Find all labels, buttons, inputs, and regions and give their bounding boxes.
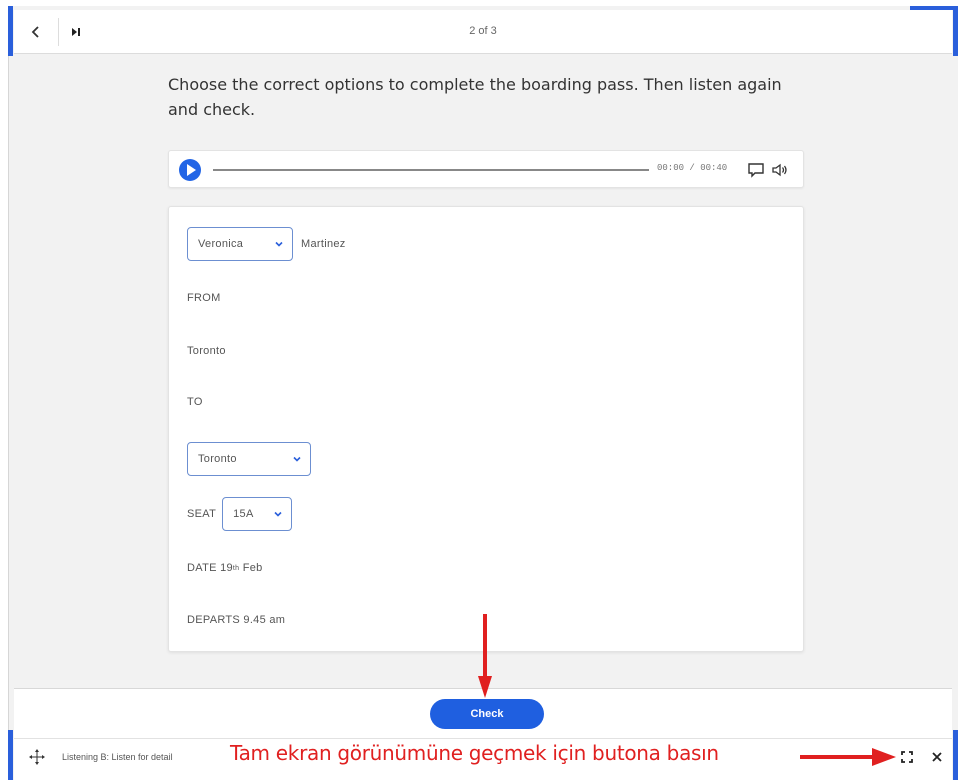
close-icon[interactable]	[930, 750, 944, 764]
frame-corner	[8, 730, 13, 780]
frame-corner	[8, 6, 13, 56]
departs-row: DEPARTS 9.45 am	[187, 614, 286, 626]
name-row: Veronica Martinez	[187, 227, 346, 261]
seat-select[interactable]: 15A	[222, 497, 293, 531]
date-row: DATE 19th Feb	[187, 562, 263, 574]
page-count: 2 of 3	[469, 25, 497, 37]
frame-corner	[953, 730, 958, 780]
destination-value: Toronto	[198, 453, 237, 465]
audio-time: 00:00 / 00:40	[657, 163, 728, 173]
chevron-down-icon	[275, 241, 283, 247]
instructions: Choose the correct options to complete t…	[168, 75, 782, 119]
audio-progress-track[interactable]	[213, 169, 649, 171]
footer-divider	[14, 738, 952, 739]
seat-value: 15A	[233, 508, 254, 520]
last-name: Martinez	[301, 238, 346, 250]
volume-icon[interactable]	[771, 161, 789, 179]
move-icon[interactable]	[28, 748, 46, 766]
annotation-text: Tam ekran görünümüne geçmek için butona …	[230, 741, 719, 765]
top-bar: 2 of 3	[14, 10, 952, 54]
fullscreen-icon[interactable]	[900, 750, 914, 764]
seat-row: SEAT 15A	[187, 497, 293, 531]
frame-corner	[953, 6, 958, 56]
annotation-arrow-down-icon	[478, 614, 492, 698]
first-name-value: Veronica	[198, 238, 244, 250]
chevron-down-icon	[293, 456, 301, 462]
first-name-select[interactable]: Veronica	[187, 227, 293, 261]
to-label: TO	[187, 396, 203, 408]
to-row: Toronto	[187, 442, 311, 476]
activity-label: Listening B: Listen for detail	[62, 752, 173, 762]
transcript-icon[interactable]	[747, 161, 765, 179]
boarding-pass-card: Veronica Martinez FROM Toronto TO Toront…	[168, 206, 804, 652]
play-button[interactable]	[179, 159, 201, 181]
date-text: DATE 19	[187, 562, 233, 574]
from-value: Toronto	[187, 345, 226, 357]
annotation-arrow-right-icon	[800, 748, 896, 766]
destination-select[interactable]: Toronto	[187, 442, 311, 476]
chevron-down-icon	[274, 511, 282, 517]
date-month: Feb	[239, 562, 263, 574]
from-label: FROM	[187, 292, 221, 304]
seat-label: SEAT	[187, 508, 217, 520]
audio-player: 00:00 / 00:40	[168, 150, 804, 188]
check-button[interactable]: Check	[430, 699, 544, 729]
